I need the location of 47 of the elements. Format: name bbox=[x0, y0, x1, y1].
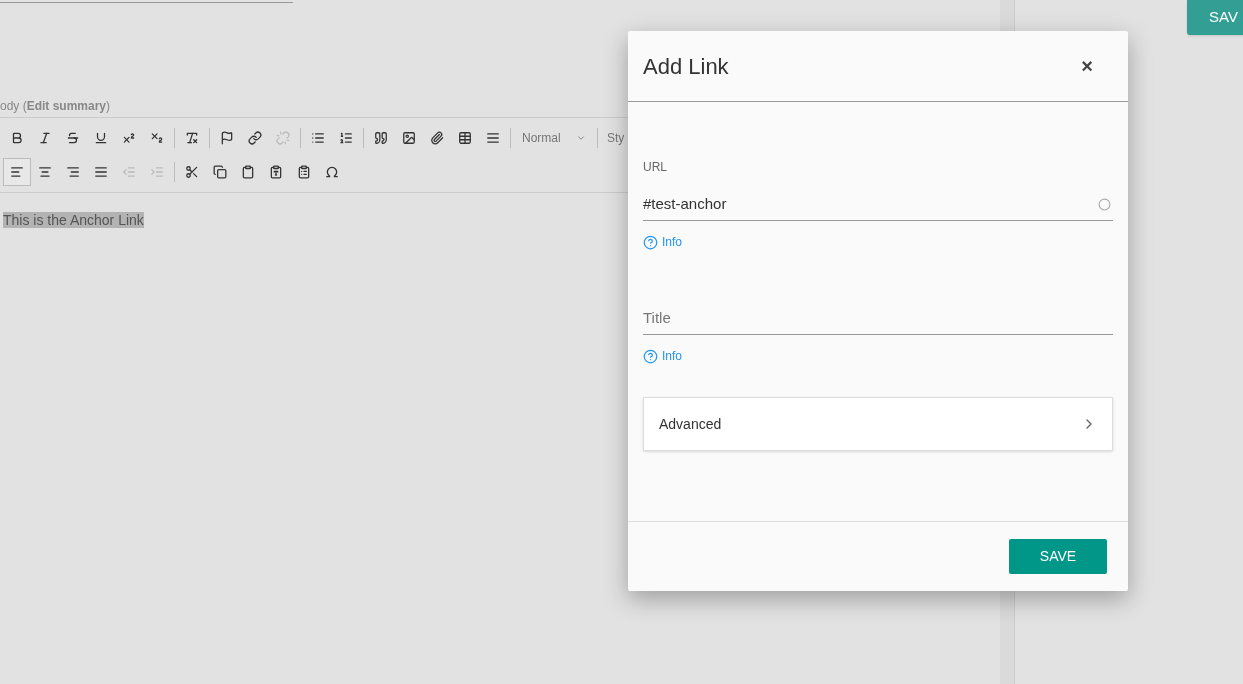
format-dropdown[interactable]: Normal bbox=[514, 124, 594, 152]
bold-icon bbox=[10, 131, 24, 145]
align-left-icon bbox=[10, 165, 24, 179]
title-field[interactable]: Title bbox=[643, 301, 1113, 335]
close-button[interactable]: × bbox=[1071, 51, 1103, 81]
subscript-icon bbox=[150, 131, 164, 145]
copy-icon bbox=[213, 165, 227, 179]
styles-dropdown[interactable]: Sty bbox=[601, 124, 625, 152]
unlink-icon bbox=[276, 131, 290, 145]
info-link[interactable]: Info bbox=[643, 347, 682, 365]
paste-text-icon bbox=[269, 165, 283, 179]
align-right-icon bbox=[66, 165, 80, 179]
image-icon bbox=[402, 131, 416, 145]
underline-icon bbox=[94, 131, 108, 145]
dialog-save-button[interactable]: SAVE bbox=[1009, 539, 1107, 574]
paste-word-icon bbox=[297, 165, 311, 179]
page-save-button[interactable]: SAV bbox=[1187, 0, 1243, 35]
url-field[interactable]: #test-anchor bbox=[643, 187, 1113, 221]
numbered-list-icon bbox=[339, 131, 353, 145]
selected-text: This is the Anchor Link bbox=[3, 212, 144, 228]
strikethrough-icon bbox=[66, 131, 80, 145]
bullet-list-icon bbox=[311, 131, 325, 145]
dialog-title: Add Link bbox=[643, 52, 729, 81]
paste-icon bbox=[241, 165, 255, 179]
caret-icon bbox=[576, 133, 586, 143]
paperclip-icon bbox=[430, 131, 444, 145]
omega-icon bbox=[325, 165, 339, 179]
flag-icon bbox=[220, 131, 234, 145]
superscript-icon bbox=[122, 131, 136, 145]
italic-icon bbox=[38, 131, 52, 145]
link-icon bbox=[248, 131, 262, 145]
indent-icon bbox=[150, 165, 164, 179]
help-icon bbox=[643, 348, 658, 364]
advanced-section[interactable]: Advanced bbox=[643, 397, 1113, 451]
field-label: URL bbox=[643, 159, 668, 176]
align-center-icon bbox=[38, 165, 52, 179]
help-icon bbox=[643, 234, 658, 250]
justify-icon bbox=[94, 165, 108, 179]
clear-format-icon bbox=[185, 131, 199, 145]
body-label: ody (Edit summary) bbox=[0, 98, 112, 115]
table-icon bbox=[458, 131, 472, 145]
info-link[interactable]: Info bbox=[643, 233, 682, 251]
status-icon bbox=[1098, 198, 1111, 211]
quote-icon bbox=[374, 131, 388, 145]
outdent-icon bbox=[122, 165, 136, 179]
cut-icon bbox=[185, 165, 199, 179]
toolbar-button[interactable] bbox=[3, 158, 31, 186]
